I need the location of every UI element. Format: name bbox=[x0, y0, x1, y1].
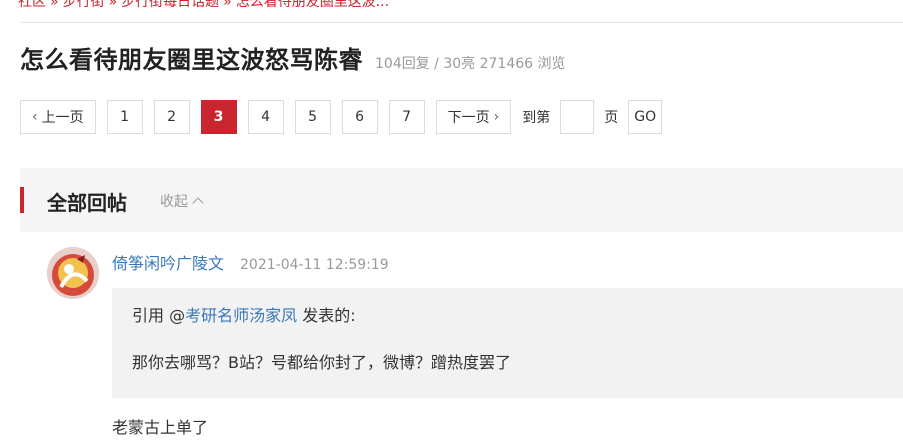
quote-block: 引用 @考研名师汤家凤 发表的: 那你去哪骂？B站？号都给你封了，微博？蹭热度罢… bbox=[112, 288, 903, 398]
thread-stats: 104回复 / 30亮 271466 浏览 bbox=[375, 56, 566, 72]
next-page-label: 下一页 bbox=[447, 110, 490, 126]
quote-prefix: 引用 @ bbox=[132, 306, 186, 325]
collapse-label: 收起 bbox=[160, 194, 188, 210]
breadcrumb-item[interactable]: 步行街 bbox=[63, 0, 105, 10]
breadcrumb-separator: » bbox=[108, 0, 118, 10]
breadcrumb-separator: » bbox=[50, 0, 59, 10]
prev-page-label: 上一页 bbox=[41, 110, 84, 126]
jump-suffix-label: 页 bbox=[604, 110, 619, 126]
page-button-1[interactable]: 1 bbox=[106, 100, 143, 134]
quote-body: 那你去哪骂？B站？号都给你封了，微博？蹭热度罢了 bbox=[132, 353, 511, 372]
breadcrumb-current: 怎么看待朋友圈里这波... bbox=[235, 0, 390, 10]
page-title: 怎么看待朋友圈里这波怒骂陈睿 bbox=[20, 46, 363, 74]
quoted-user-link[interactable]: 考研名师汤家凤 bbox=[185, 306, 297, 325]
reply-content: 老蒙古上单了 bbox=[112, 418, 209, 437]
prev-page-button[interactable]: ‹ 上一页 bbox=[20, 100, 96, 134]
reply-post: 倚筝闲吟广陵文 2021-04-11 12:59:19 引用 @考研名师汤家凤 … bbox=[20, 232, 903, 444]
collapse-button[interactable]: 收起 bbox=[160, 191, 204, 211]
replies-section: 全部回帖 收起 倚筝闲吟广陵文 2021-04-11 12:59:19 引用 @… bbox=[20, 168, 903, 444]
quote-header: 引用 @考研名师汤家凤 发表的: bbox=[132, 302, 356, 326]
replies-section-title: 全部回帖 bbox=[47, 191, 127, 215]
page-button-current[interactable]: 3 bbox=[200, 100, 237, 134]
thread-header: 怎么看待朋友圈里这波怒骂陈睿 104回复 / 30亮 271466 浏览 bbox=[20, 40, 566, 75]
avatar[interactable] bbox=[47, 247, 99, 299]
chevron-right-icon: › bbox=[493, 109, 500, 125]
page-button-5[interactable]: 5 bbox=[294, 100, 331, 134]
page-button-7[interactable]: 7 bbox=[388, 100, 425, 134]
avatar-image bbox=[47, 247, 99, 299]
page-button-2[interactable]: 2 bbox=[153, 100, 190, 134]
page-button-4[interactable]: 4 bbox=[247, 100, 284, 134]
author-link[interactable]: 倚筝闲吟广陵文 bbox=[112, 250, 224, 274]
breadcrumb-item[interactable]: 步行街每日话题 bbox=[121, 0, 219, 10]
jump-page-input[interactable] bbox=[560, 100, 595, 134]
breadcrumb: 社区» 步行街» 步行街每日话题» 怎么看待朋友圈里这波... bbox=[18, 0, 389, 11]
replies-section-header: 全部回帖 收起 bbox=[20, 168, 903, 232]
section-accent-bar bbox=[20, 187, 24, 213]
breadcrumb-item[interactable]: 社区 bbox=[18, 0, 46, 10]
post-meta: 倚筝闲吟广陵文 2021-04-11 12:59:19 bbox=[112, 250, 389, 274]
chevron-left-icon: ‹ bbox=[32, 109, 38, 125]
post-timestamp: 2021-04-11 12:59:19 bbox=[240, 257, 389, 273]
jump-prefix-label: 到第 bbox=[522, 110, 551, 126]
pagination: ‹ 上一页 1 2 3 4 5 6 7 下一页 › 到第 页 GO bbox=[20, 100, 663, 134]
next-page-button[interactable]: 下一页 › bbox=[435, 100, 512, 134]
breadcrumb-separator: » bbox=[223, 0, 232, 10]
divider bbox=[20, 22, 903, 23]
quote-suffix: 发表的: bbox=[297, 306, 356, 325]
page-button-6[interactable]: 6 bbox=[341, 100, 378, 134]
go-button[interactable]: GO bbox=[628, 100, 663, 134]
chevron-up-icon bbox=[192, 197, 204, 209]
